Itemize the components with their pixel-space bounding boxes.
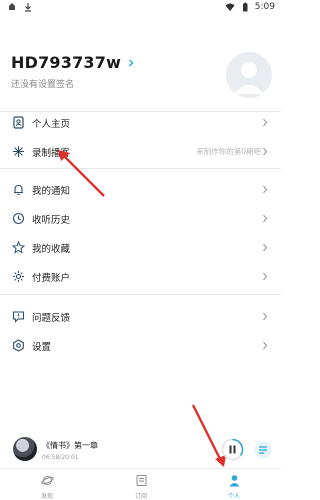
status-time: 5:09: [254, 2, 275, 12]
battery-icon: [242, 2, 248, 12]
chevron-right-icon: [263, 312, 268, 321]
track-time: 06:58/20:01: [42, 454, 79, 461]
person-icon: [229, 475, 239, 487]
username: HD793737w: [11, 53, 122, 72]
menu-item-favorites[interactable]: 我的收藏: [0, 233, 281, 262]
username-link[interactable]: HD793737w: [11, 53, 135, 72]
settings-icon: [13, 339, 24, 352]
tab-subscribe[interactable]: 订阅: [94, 469, 188, 500]
menu-label: 付费账户: [32, 272, 71, 284]
menu-item-feedback[interactable]: 问题反馈: [0, 302, 281, 331]
chevron-right-icon: [263, 185, 268, 194]
tab-label: 个人: [227, 493, 240, 500]
status-bar: 5:09: [0, 0, 281, 14]
chevron-right-icon: [263, 243, 268, 252]
chevron-right-icon: [263, 272, 268, 281]
tab-discover[interactable]: 发现: [0, 469, 94, 500]
tab-label: 发现: [40, 493, 53, 500]
menu-label: 我的通知: [32, 185, 71, 197]
planet-icon: [40, 476, 54, 485]
menu-item-notifications[interactable]: 我的通知: [0, 175, 281, 204]
menu-item-paid-account[interactable]: 付费账户: [0, 262, 281, 291]
chevron-right-icon: [129, 59, 134, 66]
profile-page-icon: [13, 116, 24, 129]
menu-item-history[interactable]: 收听历史: [0, 204, 281, 233]
download-icon: [25, 3, 31, 12]
menu-label: 设置: [32, 341, 52, 353]
chevron-right-icon: [263, 214, 268, 223]
avatar[interactable]: [226, 52, 272, 98]
tab-personal[interactable]: 个人: [187, 469, 281, 500]
pause-button[interactable]: [221, 438, 244, 461]
profile-header: HD793737w 还没有设置签名: [0, 40, 281, 110]
wifi-icon: [225, 3, 235, 11]
menu-item-profile-page[interactable]: 个人主页: [0, 108, 281, 137]
menu-label: 问题反馈: [32, 312, 71, 324]
feedback-icon: [12, 311, 25, 323]
divider: [0, 294, 281, 295]
menu-label: 收听历史: [32, 214, 71, 226]
chevron-right-icon: [263, 147, 268, 156]
playlist-icon[interactable]: [254, 441, 272, 459]
menu-hint: 来制作你的第0期吧: [196, 147, 261, 156]
chevron-right-icon: [263, 341, 268, 350]
clock-icon: [12, 212, 25, 225]
star-icon: [12, 241, 25, 254]
tab-label: 订阅: [134, 493, 147, 500]
signature-text: 还没有设置签名: [11, 80, 75, 90]
menu-label: 个人主页: [32, 118, 71, 130]
chevron-right-icon: [263, 118, 268, 127]
menu-label: 我的收藏: [32, 243, 71, 255]
record-podcast-icon: [13, 146, 24, 157]
gear-icon: [13, 271, 24, 282]
menu-item-record-podcast[interactable]: 录制播客 来制作你的第0期吧: [0, 137, 281, 166]
menu-item-settings[interactable]: 设置: [0, 331, 281, 360]
notification-icon: [9, 3, 15, 10]
default-avatar-icon: [234, 62, 264, 94]
subscribe-icon: [136, 475, 146, 486]
mini-player[interactable]: 《情书》第一章 06:58/20:01: [0, 434, 281, 468]
bottom-tab-bar: 发现 订阅 个人: [0, 468, 281, 500]
track-title: 《情书》第一章: [42, 441, 98, 450]
bell-icon: [14, 184, 23, 195]
divider: [0, 168, 281, 169]
menu-label: 录制播客: [32, 147, 71, 159]
album-cover: [13, 437, 37, 461]
